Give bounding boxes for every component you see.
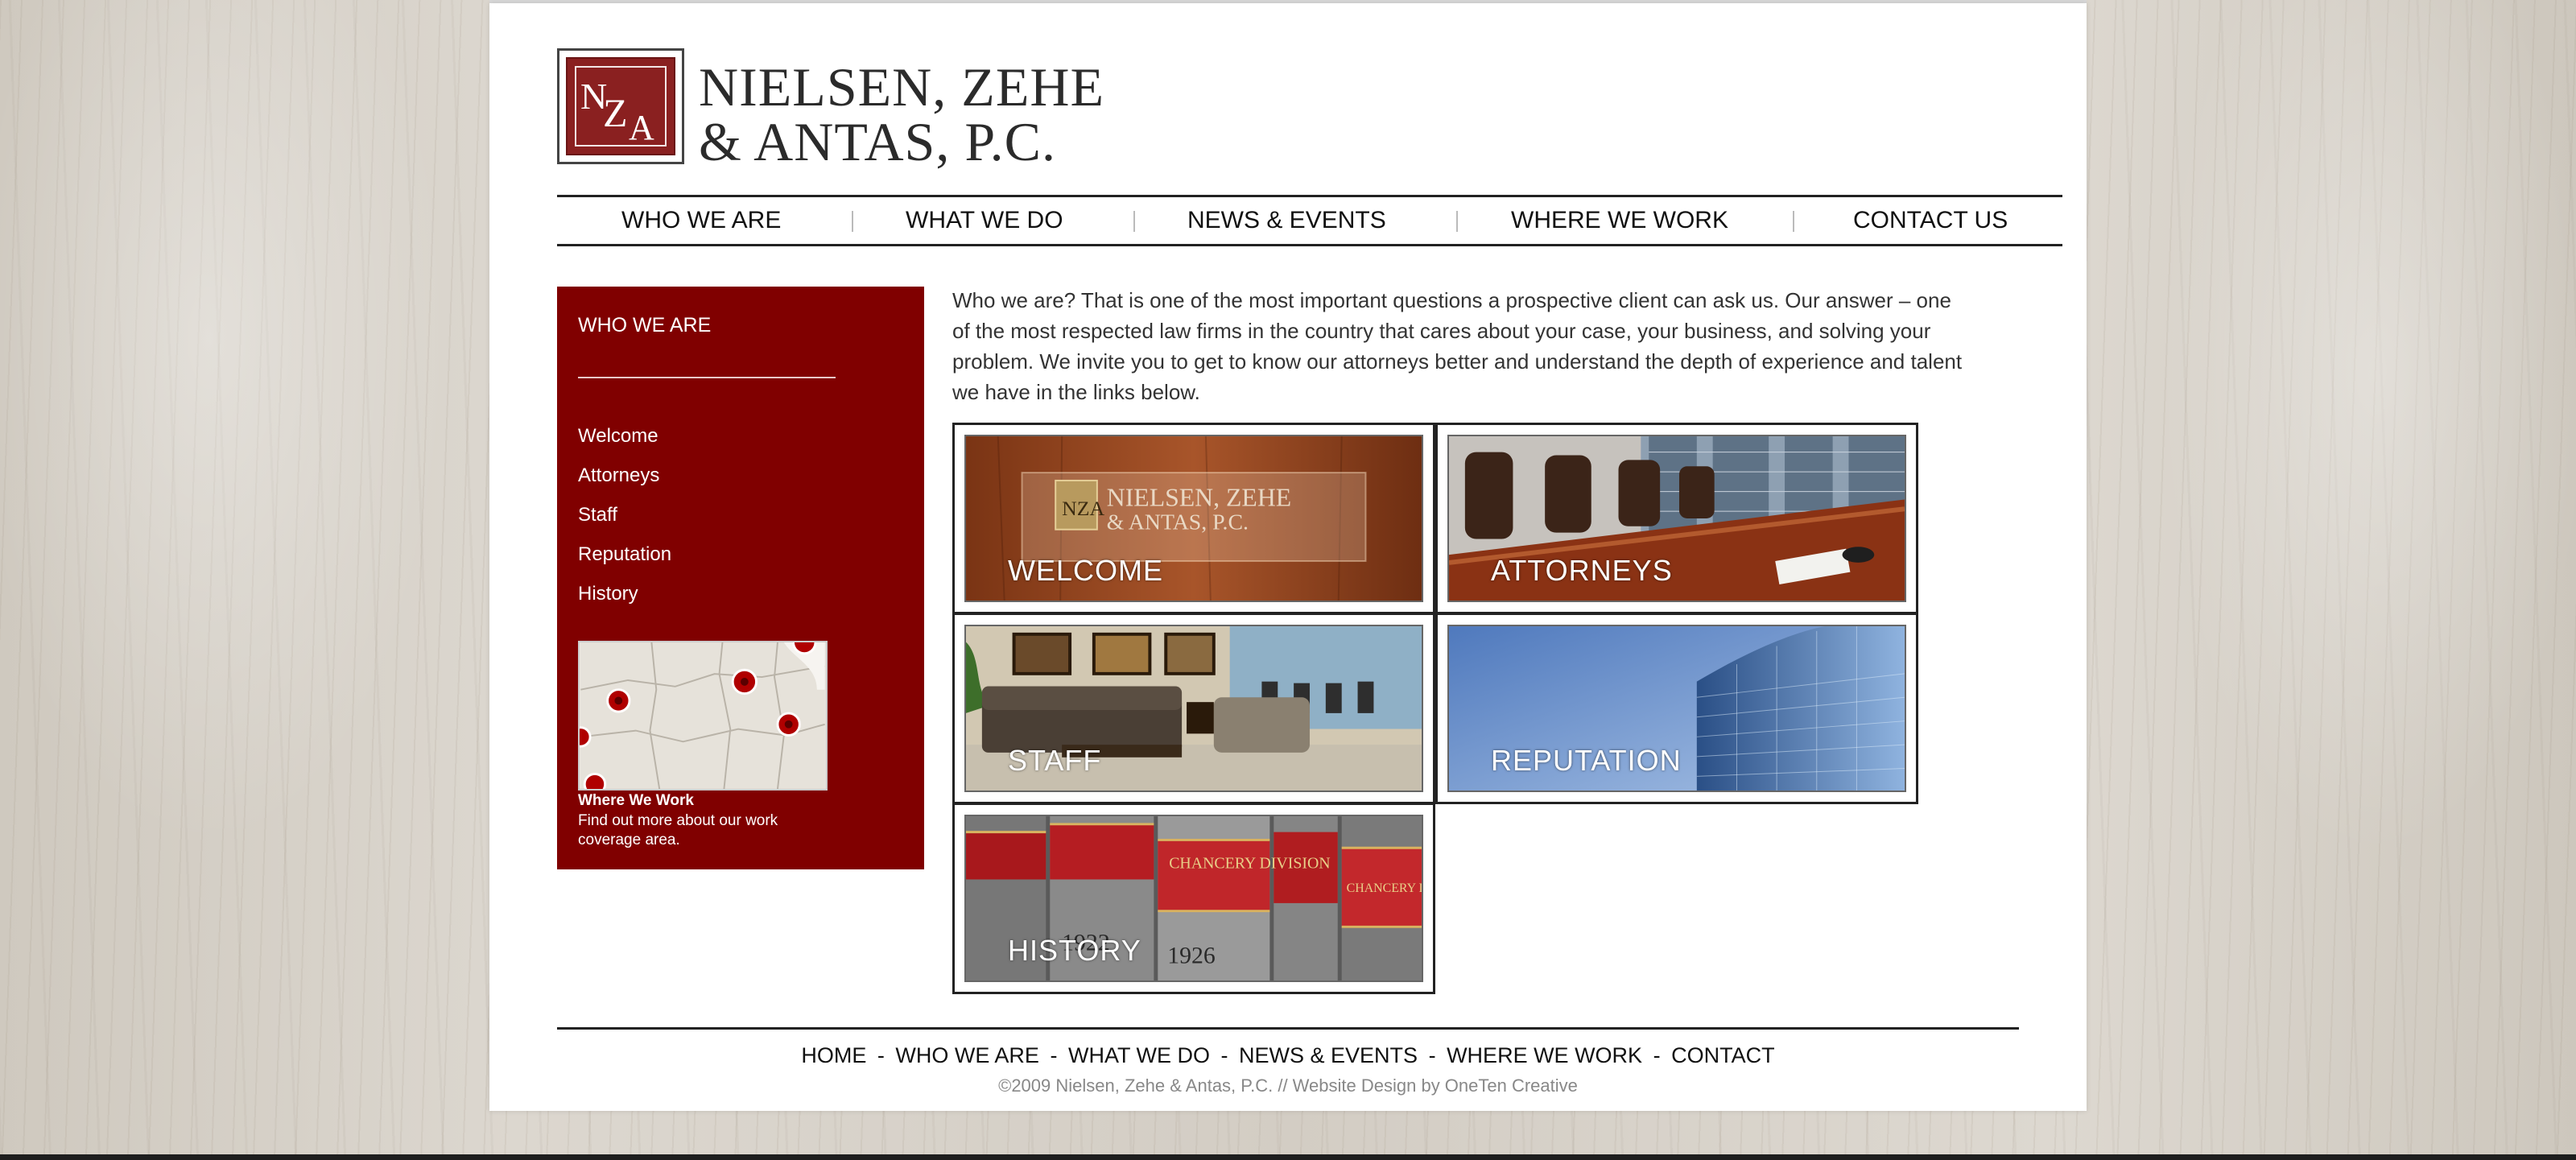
map-icon — [580, 642, 825, 789]
book-spine-text-2: CHANCERY DIVISION — [1347, 881, 1422, 895]
reputation-photo: REPUTATION — [1447, 625, 1906, 792]
footer-separator: - — [1220, 1043, 1228, 1067]
nav-separator — [1133, 211, 1135, 232]
logo-monogram[interactable]: N Z A — [557, 48, 684, 164]
firm-name-line2: & ANTAS, P.C. — [699, 111, 1057, 172]
coverage-map-thumbnail[interactable] — [578, 641, 828, 791]
footer-link-contact[interactable]: CONTACT — [1671, 1043, 1775, 1067]
book-spine-text-1: CHANCERY DIVISION — [1169, 855, 1330, 873]
tile-label-attorneys: ATTORNEYS — [1491, 554, 1673, 587]
nav-separator — [852, 211, 853, 232]
sidebar-item-attorneys[interactable]: Attorneys — [578, 464, 659, 487]
footer-nav: HOME - WHO WE ARE - WHAT WE DO - NEWS & … — [557, 1043, 2019, 1068]
footer-link-what-we-do[interactable]: WHAT WE DO — [1068, 1043, 1210, 1067]
nza-monogram-icon: N Z A — [575, 66, 667, 147]
tile-history[interactable]: CHANCERY DIVISION CHANCERY DIVISION 1922… — [952, 803, 1435, 994]
history-photo: CHANCERY DIVISION CHANCERY DIVISION 1922… — [964, 815, 1423, 982]
sidebar-divider — [578, 377, 836, 378]
tile-attorneys[interactable]: ATTORNEYS — [1435, 423, 1918, 614]
footer-link-news-events[interactable]: NEWS & EVENTS — [1239, 1043, 1418, 1067]
nav-contact-us[interactable]: CONTACT US — [1853, 197, 2008, 244]
window-bottom-bar — [0, 1154, 2576, 1160]
svg-text:A: A — [629, 108, 654, 147]
svg-text:Z: Z — [603, 90, 628, 135]
sidebar-title: WHO WE ARE — [578, 314, 712, 336]
intro-paragraph: Who we are? That is one of the most impo… — [952, 288, 1963, 404]
footer-link-where-we-work[interactable]: WHERE WE WORK — [1447, 1043, 1642, 1067]
sidebar: WHO WE ARE Welcome Attorneys Staff Reput… — [557, 287, 924, 869]
footer-separator: - — [1428, 1043, 1436, 1067]
copyright-text: ©2009 Nielsen, Zehe & Antas, P.C. // Web… — [998, 1075, 1578, 1096]
page-container: N Z A NIELSEN, ZEHE & ANTAS, P.C. WHO WE… — [489, 3, 2087, 1111]
nav-what-we-do[interactable]: WHAT WE DO — [906, 197, 1063, 244]
sign-line1: NIELSEN, ZEHE — [1107, 483, 1291, 511]
firm-name-logo[interactable]: NIELSEN, ZEHE & ANTAS, P.C. — [699, 60, 1104, 169]
map-caption-title[interactable]: Where We Work — [578, 792, 694, 810]
nav-separator — [1456, 211, 1458, 232]
footer-separator: - — [1653, 1043, 1661, 1067]
tile-label-history: HISTORY — [1008, 934, 1141, 967]
tile-label-staff: STAFF — [1008, 744, 1102, 777]
sidebar-item-reputation[interactable]: Reputation — [578, 543, 671, 566]
main-nav: WHO WE ARE WHAT WE DO NEWS & EVENTS WHER… — [557, 195, 2062, 246]
tile-label-reputation: REPUTATION — [1491, 744, 1682, 777]
staff-photo: STAFF — [964, 625, 1423, 792]
footer-link-home[interactable]: HOME — [801, 1043, 866, 1067]
logo-mark: N Z A — [566, 57, 675, 155]
footer-separator: - — [877, 1043, 885, 1067]
tile-welcome[interactable]: NZA NIELSEN, ZEHE & ANTAS, P.C. WELCOME — [952, 423, 1435, 614]
svg-text:NZA: NZA — [1062, 497, 1105, 520]
tile-reputation[interactable]: REPUTATION — [1435, 613, 1918, 804]
sign-line2: & ANTAS, P.C. — [1107, 510, 1249, 535]
footer-separator: - — [1050, 1043, 1058, 1067]
nav-separator — [1793, 211, 1794, 232]
footer-divider — [557, 1027, 2019, 1030]
map-caption-text: Find out more about our work coverage ar… — [578, 812, 778, 848]
tile-staff[interactable]: STAFF — [952, 613, 1435, 804]
sidebar-item-history[interactable]: History — [578, 583, 638, 605]
nav-who-we-are[interactable]: WHO WE ARE — [621, 197, 781, 244]
nav-where-we-work[interactable]: WHERE WE WORK — [1511, 197, 1728, 244]
tile-label-welcome: WELCOME — [1008, 554, 1164, 587]
sidebar-item-staff[interactable]: Staff — [578, 504, 617, 526]
book-year-2: 1926 — [1167, 943, 1216, 969]
attorneys-photo: ATTORNEYS — [1447, 435, 1906, 602]
footer-link-who-we-are[interactable]: WHO WE ARE — [895, 1043, 1039, 1067]
firm-name-line1: NIELSEN, ZEHE — [699, 56, 1105, 118]
welcome-photo: NZA NIELSEN, ZEHE & ANTAS, P.C. WELCOME — [964, 435, 1423, 602]
sidebar-item-welcome[interactable]: Welcome — [578, 425, 658, 448]
nav-news-events[interactable]: NEWS & EVENTS — [1187, 197, 1386, 244]
